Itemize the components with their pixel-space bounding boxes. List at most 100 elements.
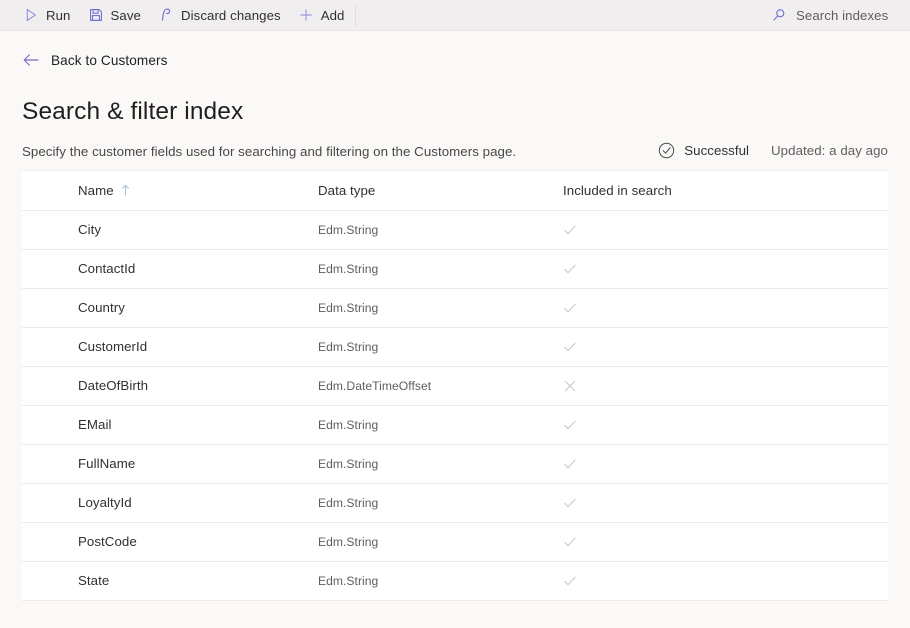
cell-included-in-search: [563, 262, 888, 276]
back-to-customers-link[interactable]: Back to Customers: [22, 51, 168, 69]
page-title: Search & filter index: [22, 98, 888, 126]
cell-included-in-search: [563, 574, 888, 588]
cell-included-in-search: [563, 535, 888, 549]
data-type-text: Edm.String: [318, 262, 378, 276]
play-icon: [23, 7, 39, 23]
check-icon: [563, 418, 577, 432]
cell-field-name: PostCode: [78, 533, 318, 551]
save-button-label: Save: [111, 8, 141, 23]
data-type-text: Edm.String: [318, 496, 378, 510]
table-row[interactable]: ContactId Edm.String: [22, 250, 888, 289]
cell-field-name: EMail: [78, 416, 318, 434]
cell-included-in-search: [563, 418, 888, 432]
run-button-label: Run: [46, 8, 71, 23]
data-type-text: Edm.String: [318, 301, 378, 315]
add-button-label: Add: [321, 8, 345, 23]
cell-field-name: State: [78, 572, 318, 590]
plus-icon: [298, 7, 314, 23]
cell-data-type: Edm.String: [318, 299, 563, 317]
data-type-text: Edm.DateTimeOffset: [318, 379, 431, 393]
data-type-text: Edm.String: [318, 340, 378, 354]
field-name-text: EMail: [78, 417, 112, 432]
cell-included-in-search: [563, 379, 888, 393]
column-header-name[interactable]: Name: [78, 183, 130, 198]
cell-data-type: Edm.String: [318, 494, 563, 512]
check-icon: [563, 340, 577, 354]
command-bar-divider: [355, 4, 356, 26]
search-icon: [771, 7, 787, 23]
column-header-data-type[interactable]: Data type: [318, 183, 375, 198]
save-icon: [88, 7, 104, 23]
cell-field-name: City: [78, 221, 318, 239]
table-row[interactable]: CustomerId Edm.String: [22, 328, 888, 367]
discard-changes-button[interactable]: Discard changes: [152, 0, 292, 31]
cell-field-name: DateOfBirth: [78, 377, 318, 395]
table-row[interactable]: EMail Edm.String: [22, 406, 888, 445]
column-header-name-label: Name: [78, 183, 114, 198]
search-indexes-input[interactable]: Search indexes: [757, 0, 910, 30]
cell-data-type: Edm.String: [318, 572, 563, 590]
field-name-text: Country: [78, 300, 125, 315]
table-row[interactable]: PostCode Edm.String: [22, 523, 888, 562]
cell-data-type: Edm.String: [318, 416, 563, 434]
column-header-data-type-cell: Data type: [318, 182, 563, 200]
back-navigation: Back to Customers: [0, 31, 910, 75]
field-name-text: City: [78, 222, 101, 237]
page-subtitle: Specify the customer fields used for sea…: [22, 144, 516, 159]
fields-table: Name Data type Included in search City Ed…: [22, 170, 888, 601]
field-name-text: State: [78, 573, 109, 588]
field-name-text: LoyaltyId: [78, 495, 132, 510]
add-button[interactable]: Add: [292, 0, 356, 31]
column-header-included-in-search[interactable]: Included in search: [563, 183, 672, 198]
save-button[interactable]: Save: [82, 0, 152, 31]
data-type-text: Edm.String: [318, 574, 378, 588]
command-bar-actions: Run Save Discard changes: [0, 0, 355, 30]
table-row[interactable]: DateOfBirth Edm.DateTimeOffset: [22, 367, 888, 406]
cross-icon: [563, 379, 577, 393]
check-icon: [563, 301, 577, 315]
last-updated-text: Updated: a day ago: [771, 143, 888, 158]
data-type-text: Edm.String: [318, 418, 378, 432]
cell-data-type: Edm.String: [318, 221, 563, 239]
cell-data-type: Edm.String: [318, 533, 563, 551]
cell-included-in-search: [563, 223, 888, 237]
table-row[interactable]: State Edm.String: [22, 562, 888, 601]
check-icon: [563, 535, 577, 549]
table-row[interactable]: LoyaltyId Edm.String: [22, 484, 888, 523]
data-type-text: Edm.String: [318, 223, 378, 237]
table-body: CityEdm.StringContactIdEdm.StringCountry…: [22, 211, 888, 601]
back-to-customers-label: Back to Customers: [51, 53, 168, 68]
cell-data-type: Edm.DateTimeOffset: [318, 377, 563, 395]
field-name-text: ContactId: [78, 261, 135, 276]
discard-changes-button-label: Discard changes: [181, 8, 281, 23]
table-row[interactable]: City Edm.String: [22, 211, 888, 250]
command-bar: Run Save Discard changes: [0, 0, 910, 31]
field-name-text: CustomerId: [78, 339, 147, 354]
field-name-text: FullName: [78, 456, 135, 471]
page-subheader-row: Specify the customer fields used for sea…: [22, 142, 888, 159]
cell-field-name: CustomerId: [78, 338, 318, 356]
column-header-name-cell: Name: [78, 182, 318, 200]
cell-included-in-search: [563, 496, 888, 510]
field-name-text: PostCode: [78, 534, 137, 549]
check-icon: [563, 223, 577, 237]
check-icon: [563, 574, 577, 588]
data-type-text: Edm.String: [318, 457, 378, 471]
run-button[interactable]: Run: [17, 0, 82, 31]
check-icon: [563, 262, 577, 276]
cell-data-type: Edm.String: [318, 455, 563, 473]
search-indexes-placeholder: Search indexes: [796, 8, 888, 23]
cell-data-type: Edm.String: [318, 338, 563, 356]
undo-icon: [158, 7, 174, 23]
status-badge: Successful: [684, 143, 749, 158]
column-header-included-cell: Included in search: [563, 182, 888, 200]
cell-included-in-search: [563, 301, 888, 315]
cell-included-in-search: [563, 340, 888, 354]
table-row[interactable]: Country Edm.String: [22, 289, 888, 328]
field-name-text: DateOfBirth: [78, 378, 148, 393]
cell-field-name: ContactId: [78, 260, 318, 278]
table-row[interactable]: FullName Edm.String: [22, 445, 888, 484]
page-header: Search & filter index Specify the custom…: [0, 75, 910, 159]
cell-field-name: LoyaltyId: [78, 494, 318, 512]
cell-included-in-search: [563, 457, 888, 471]
